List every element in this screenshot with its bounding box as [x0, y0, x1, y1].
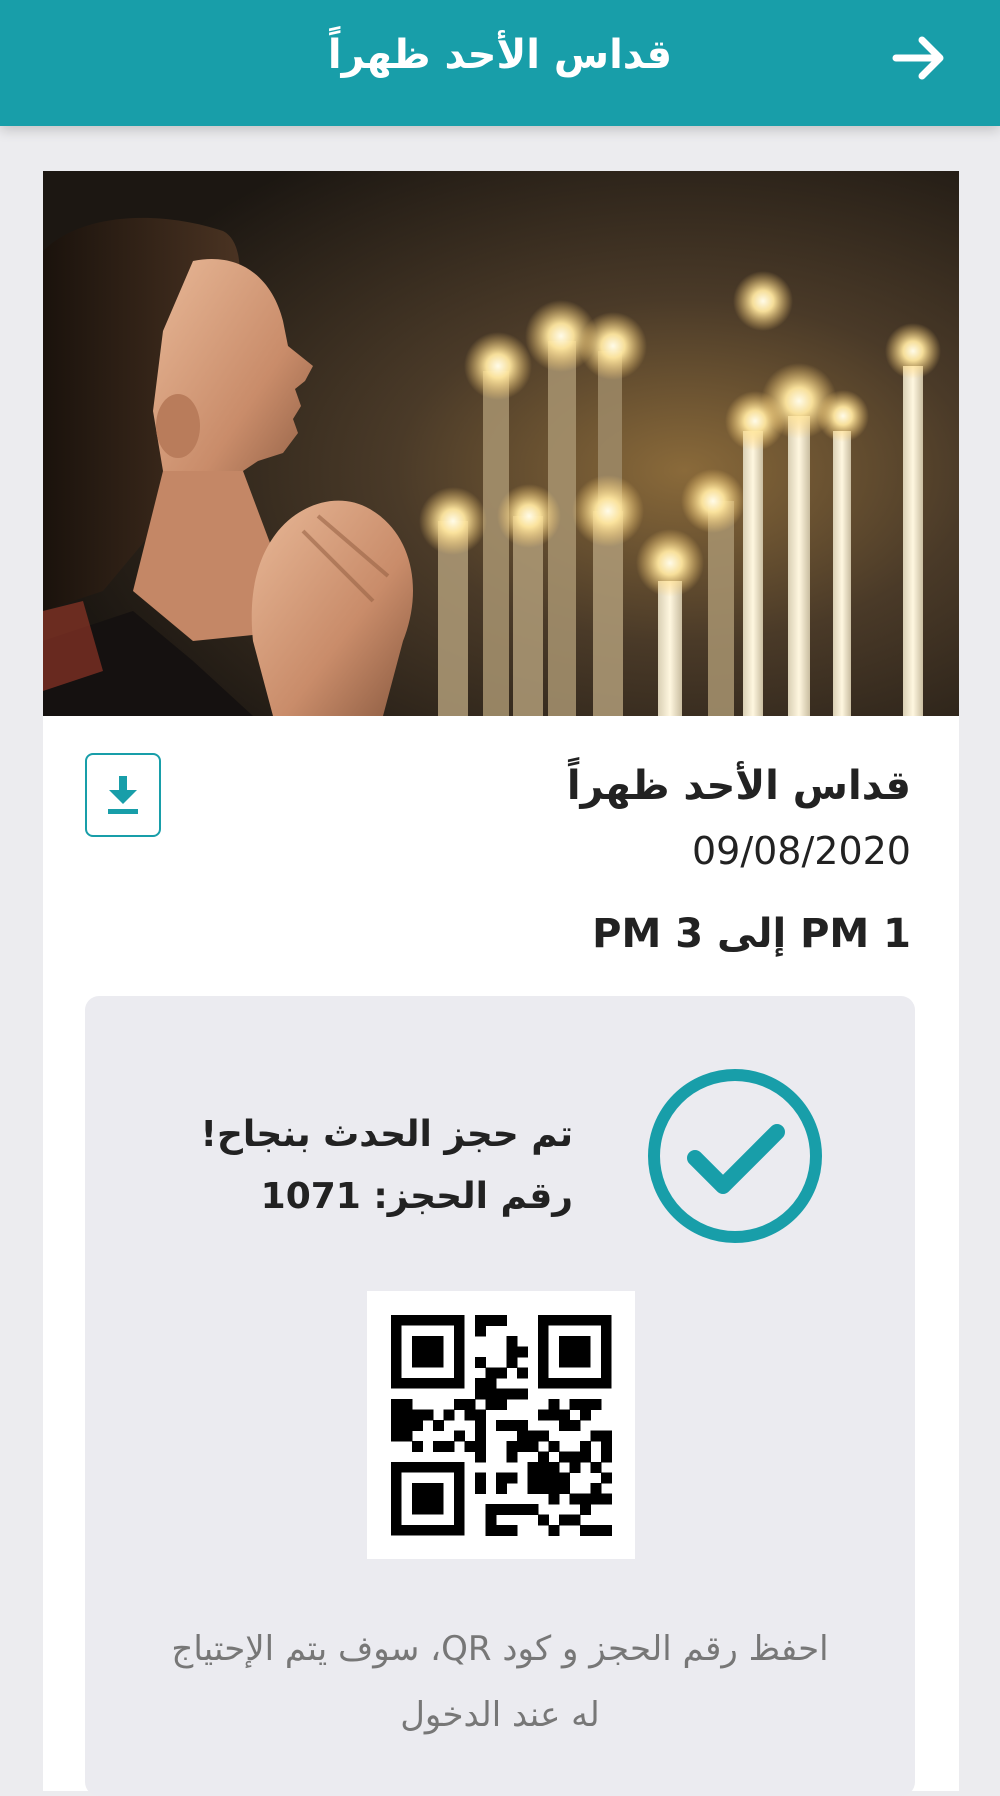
- event-date: 09/08/2020: [691, 829, 911, 873]
- event-time: PM 1 إلى PM 3: [592, 911, 911, 957]
- booking-number-line: رقم الحجز: 1071: [261, 1176, 573, 1217]
- arrow-right-icon: [892, 36, 944, 80]
- download-icon: [108, 776, 138, 814]
- event-title: قداس الأحد ظهراً: [566, 763, 911, 809]
- booking-number: 1071: [260, 1176, 361, 1217]
- page-title: قداس الأحد ظهراً: [327, 32, 673, 78]
- success-message: تم حجز الحدث بنجاح!: [200, 1114, 573, 1155]
- check-circle-icon: [645, 1066, 825, 1246]
- app-bar: قداس الأحد ظهراً: [0, 0, 1000, 126]
- back-button[interactable]: [888, 30, 952, 86]
- event-image: [43, 171, 959, 716]
- booking-label: رقم الحجز:: [373, 1176, 573, 1217]
- instruction-note: احفظ رقم الحجز و كود QR، سوف يتم الإحتيا…: [171, 1629, 829, 1735]
- event-card: قداس الأحد ظهراً 09/08/2020 PM 1 إلى PM …: [43, 171, 959, 1796]
- qr-code: [367, 1291, 635, 1559]
- confirmation-panel: تم حجز الحدث بنجاح! رقم الحجز: 1071 احفظ…: [85, 996, 915, 1796]
- download-button[interactable]: [85, 753, 161, 837]
